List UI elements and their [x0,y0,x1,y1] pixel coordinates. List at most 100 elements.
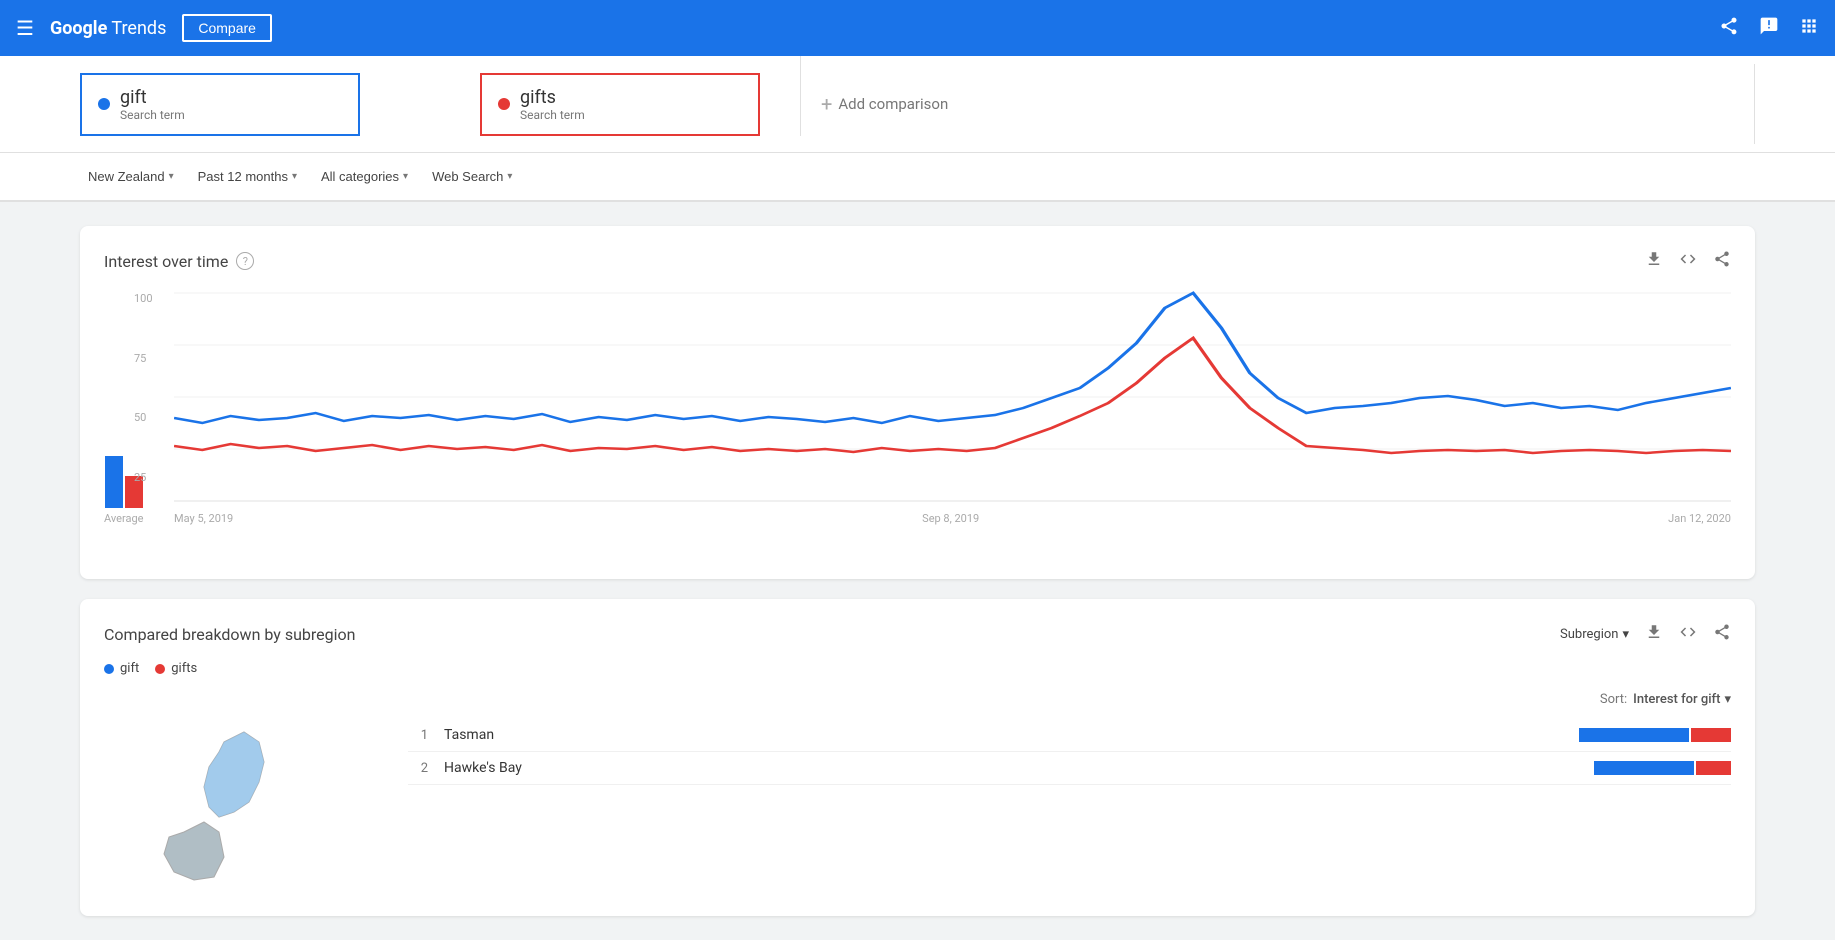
rank-name-2: Hawke's Bay [444,760,1578,776]
rank-number-1: 1 [408,728,428,743]
compare-nav-button[interactable]: Compare [182,14,272,42]
categories-filter[interactable]: All categories ▾ [313,163,416,190]
legend-dot-gifts [155,664,165,674]
sort-chevron-icon: ▾ [1724,692,1731,707]
map-placeholder [104,692,384,892]
rank-bars-1 [1579,728,1731,742]
search-bar: gift Search term gifts Search term + Add… [0,56,1835,153]
subregion-card: Compared breakdown by subregion Subregio… [80,599,1755,916]
categories-chevron-icon: ▾ [403,171,408,182]
chart-wrapper: Average 100 75 50 25 [104,288,1731,555]
sort-value-label: Interest for gift [1633,692,1720,707]
subregion-dropdown-label: Subregion [1560,627,1618,642]
search-type-filter-label: Web Search [432,169,503,184]
table-row: 2 Hawke's Bay [408,752,1731,785]
term2-dot [498,98,510,110]
subregion-share-icon[interactable] [1713,623,1731,645]
rank-bar-red-1 [1691,728,1731,742]
subregion-title: Compared breakdown by subregion [104,625,355,644]
search-type-chevron-icon: ▾ [507,171,512,182]
legend-item-gift: gift [104,661,139,676]
header: ☰ Google Trends Compare [0,0,1835,56]
term1-dot [98,98,110,110]
menu-icon[interactable]: ☰ [16,16,34,40]
search-type-filter[interactable]: Web Search ▾ [424,163,520,190]
sort-label: Sort: [1600,692,1627,707]
trends-wordmark: Trends [111,18,166,39]
categories-filter-label: All categories [321,169,399,184]
subregion-body: Sort: Interest for gift ▾ 1 Tasman [104,692,1731,892]
term1-name: gift [120,87,185,108]
y-label-100: 100 [134,292,153,305]
avg-bar-blue [105,456,123,508]
period-filter[interactable]: Past 12 months ▾ [190,163,305,190]
x-label-1: May 5, 2019 [174,512,233,525]
table-row: 1 Tasman [408,719,1731,752]
header-right [1719,16,1819,41]
legend-item-gifts: gifts [155,661,197,676]
google-wordmark: Google [50,18,107,39]
chart-svg [174,288,1731,508]
region-filter-label: New Zealand [88,169,165,184]
average-label: Average [104,512,144,525]
embed-icon[interactable] [1679,250,1697,272]
rank-bar-blue-2 [1594,761,1694,775]
period-chevron-icon: ▾ [292,171,297,182]
region-filter[interactable]: New Zealand ▾ [80,163,182,190]
x-label-2: Sep 8, 2019 [922,512,979,525]
plus-icon: + [821,92,832,116]
rank-number-2: 2 [408,761,428,776]
download-icon[interactable] [1645,250,1663,272]
term2-text: gifts Search term [520,87,585,122]
subregion-download-icon[interactable] [1645,623,1663,645]
rank-bar-blue-1 [1579,728,1689,742]
term1-label: Search term [120,108,185,122]
region-chevron-icon: ▾ [169,171,174,182]
card-actions [1645,250,1731,272]
add-comparison-label: Add comparison [838,95,948,113]
help-icon[interactable]: ? [236,252,254,270]
card-title: Interest over time ? [104,252,254,271]
y-label-75: 75 [134,352,153,365]
subregion-embed-icon[interactable] [1679,623,1697,645]
header-left: ☰ Google Trends Compare [16,14,272,42]
term2-label: Search term [520,108,585,122]
legend-label-gifts: gifts [171,661,197,676]
sort-dropdown[interactable]: Interest for gift ▾ [1633,692,1731,707]
term1-text: gift Search term [120,87,185,122]
legend-dot-gift [104,664,114,674]
feedback-icon[interactable] [1759,16,1779,41]
card-header: Interest over time ? [104,250,1731,272]
add-comparison-button[interactable]: + Add comparison [801,78,1754,130]
interest-over-time-card: Interest over time ? [80,226,1755,579]
share-icon[interactable] [1719,16,1739,41]
subregion-controls: Subregion ▾ [1560,623,1731,645]
rankings: Sort: Interest for gift ▾ 1 Tasman [408,692,1731,892]
subregion-dropdown[interactable]: Subregion ▾ [1560,627,1629,642]
subregion-chevron-icon: ▾ [1622,627,1629,642]
legend-label-gift: gift [120,661,139,676]
rank-bars-2 [1594,761,1731,775]
search-term-2[interactable]: gifts Search term [480,73,760,136]
x-label-3: Jan 12, 2020 [1668,512,1731,525]
main-content: Interest over time ? [0,202,1835,940]
y-label-25: 25 [134,471,153,484]
rank-bar-red-2 [1696,761,1731,775]
period-filter-label: Past 12 months [198,169,288,184]
interest-over-time-title: Interest over time [104,252,228,271]
filter-bar: New Zealand ▾ Past 12 months ▾ All categ… [0,153,1835,202]
y-axis: 100 75 50 25 [134,288,153,488]
rank-name-1: Tasman [444,727,1563,743]
apps-icon[interactable] [1799,16,1819,41]
x-axis: May 5, 2019 Sep 8, 2019 Jan 12, 2020 [174,508,1731,525]
subregion-header: Compared breakdown by subregion Subregio… [104,623,1731,645]
nz-map-svg [104,692,304,882]
google-trends-logo: Google Trends [50,18,166,39]
legend: gift gifts [104,661,1731,676]
y-label-50: 50 [134,411,153,424]
search-term-1[interactable]: gift Search term [80,73,360,136]
term2-name: gifts [520,87,585,108]
sort-row: Sort: Interest for gift ▾ [408,692,1731,707]
divider2 [1754,64,1755,144]
share-chart-icon[interactable] [1713,250,1731,272]
